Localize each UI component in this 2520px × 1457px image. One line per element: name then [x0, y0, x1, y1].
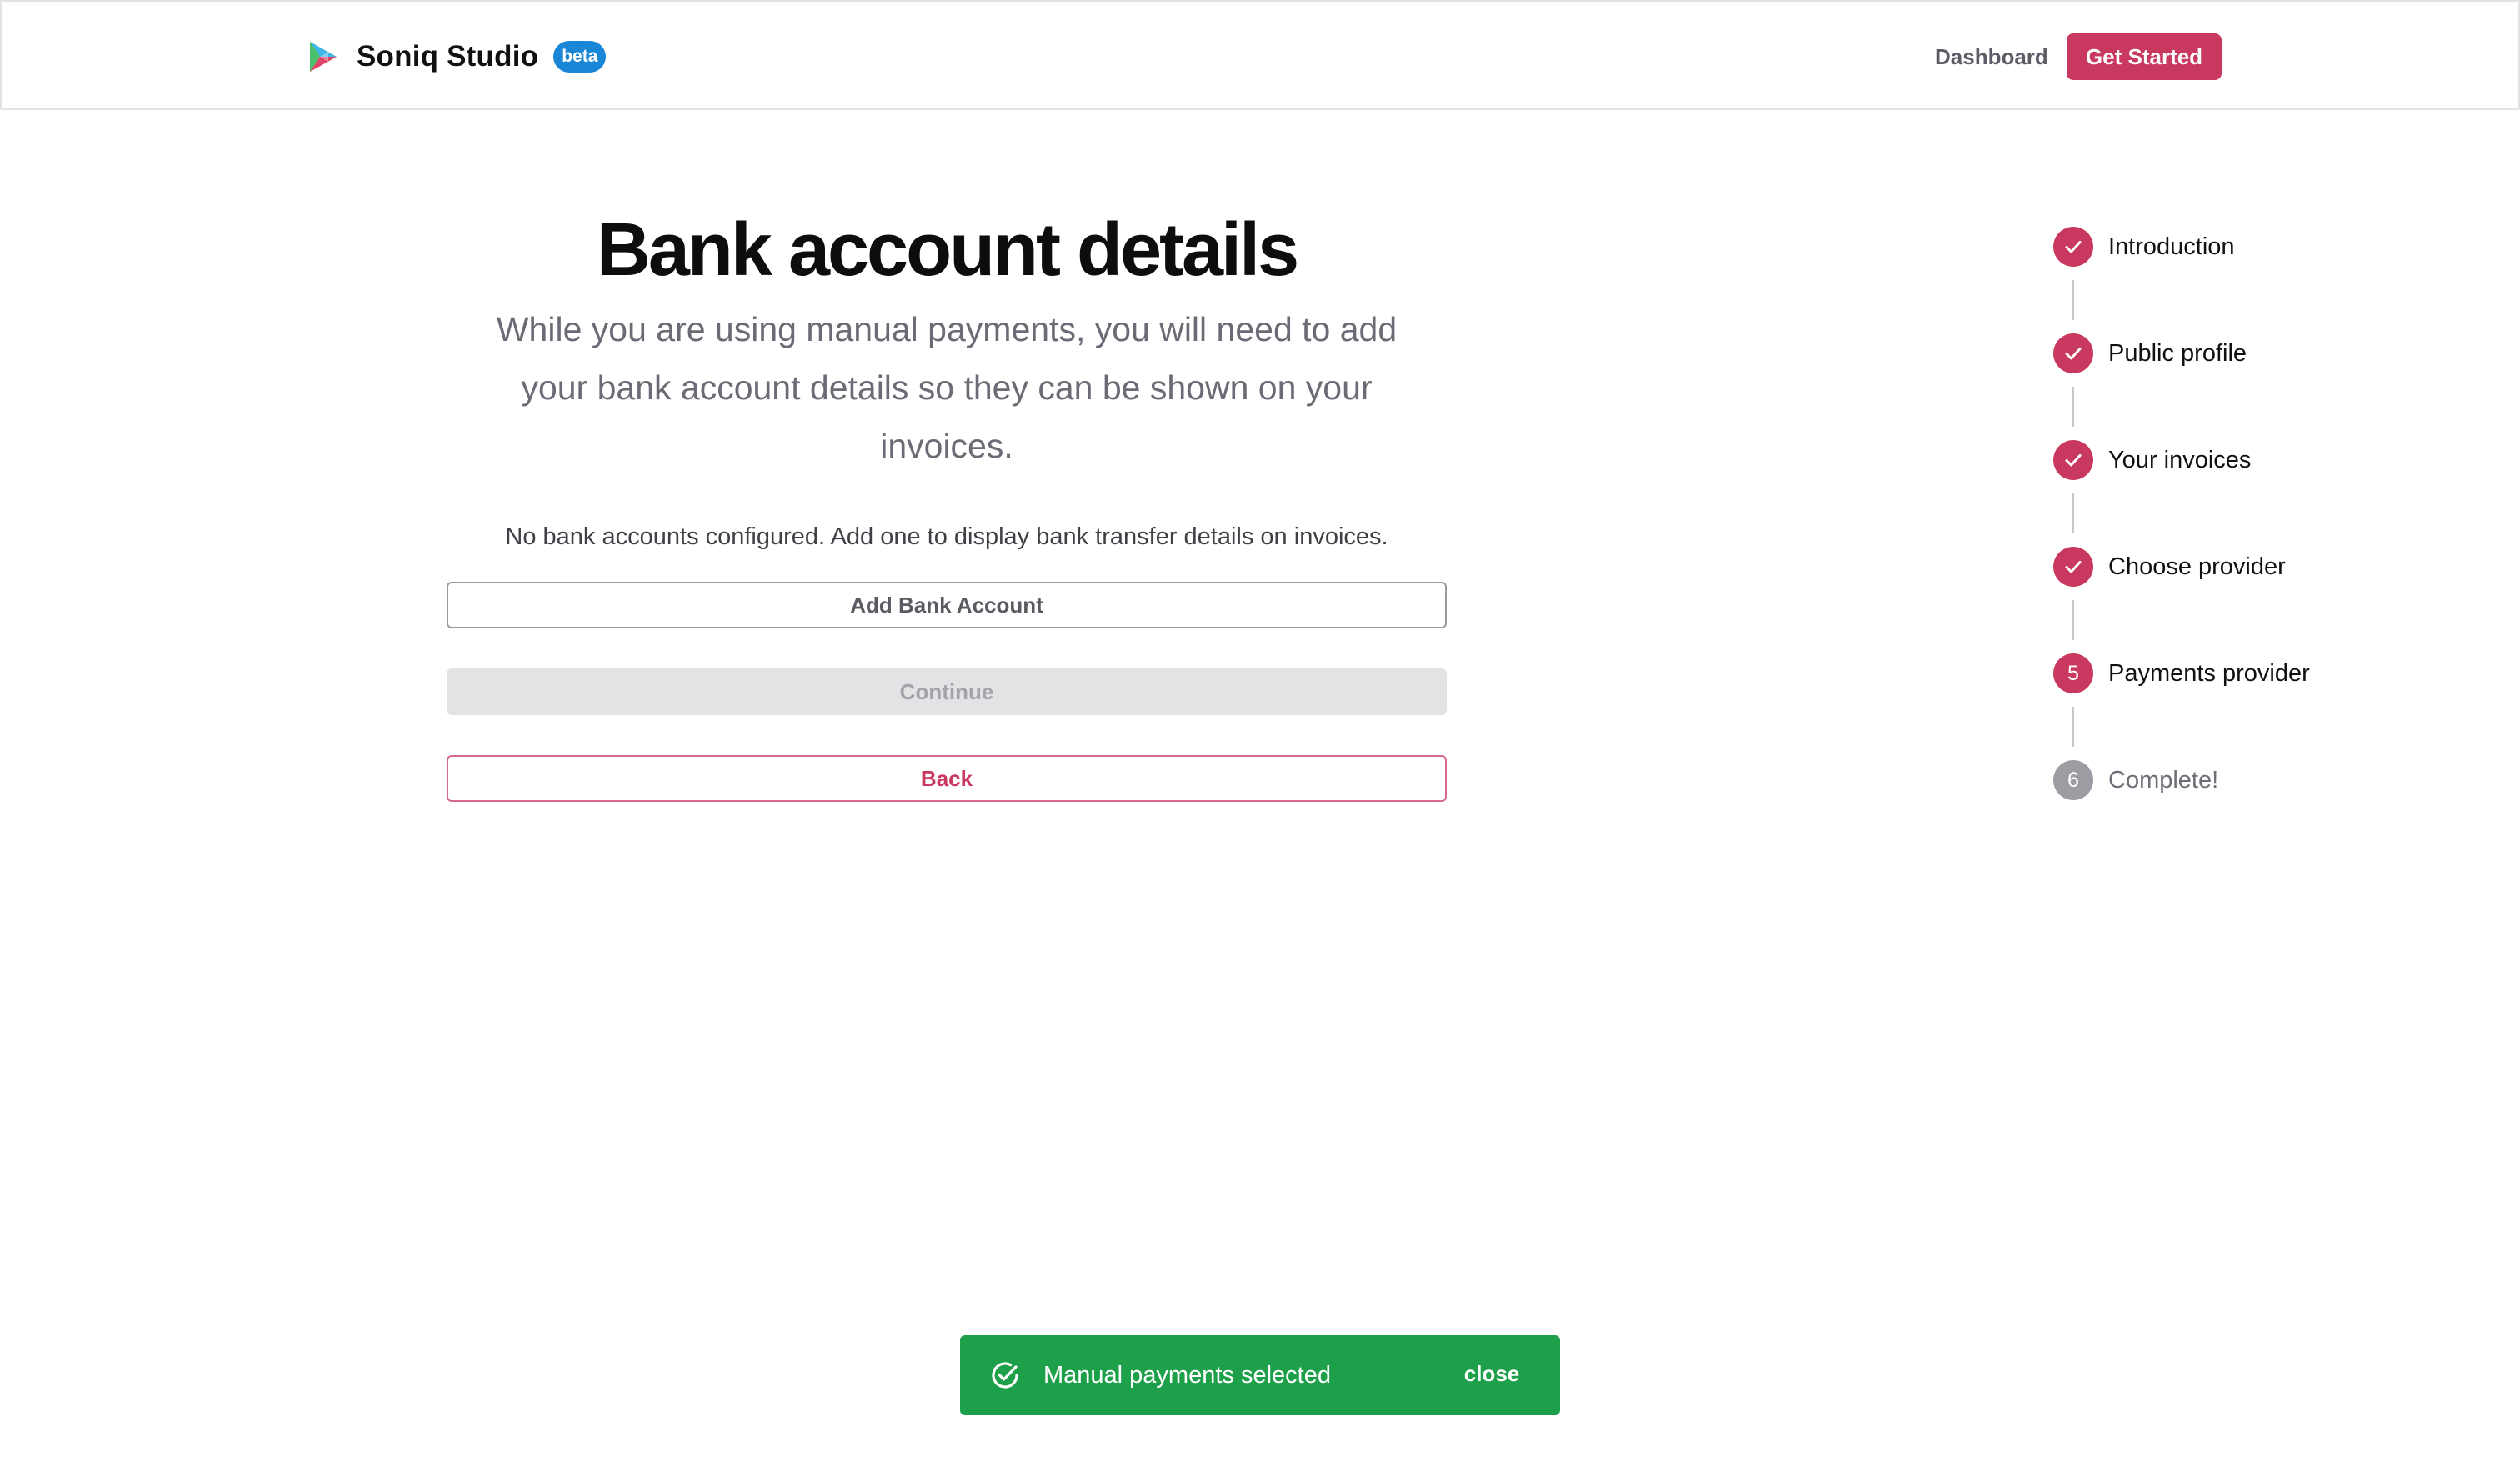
- step-complete-indicator: [2053, 440, 2093, 480]
- step-choose-provider: Choose provider: [2053, 547, 2310, 640]
- bank-details-panel: Bank account details While you are using…: [447, 200, 1447, 802]
- step-label: Complete!: [2108, 766, 2219, 794]
- step-payments-provider: 5 Payments provider: [2053, 653, 2310, 747]
- step-number-current: 5: [2053, 653, 2093, 693]
- step-connector: [2072, 600, 2074, 640]
- step-connector: [2072, 707, 2074, 747]
- step-complete-indicator: [2053, 547, 2093, 587]
- get-started-button[interactable]: Get Started: [2067, 33, 2222, 80]
- toast-message: Manual payments selected: [1043, 1362, 1331, 1389]
- step-label: Your invoices: [2108, 446, 2252, 473]
- step-number-pending: 6: [2053, 760, 2093, 800]
- add-bank-account-button[interactable]: Add Bank Account: [447, 582, 1447, 628]
- brand-name: Soniq Studio: [357, 40, 539, 73]
- page-subtitle: While you are using manual payments, you…: [496, 310, 1398, 465]
- dashboard-link[interactable]: Dashboard: [1935, 40, 2048, 73]
- beta-badge: beta: [553, 41, 607, 73]
- check-icon: [2065, 561, 2082, 573]
- step-label: Public profile: [2108, 339, 2248, 367]
- top-nav-bar: Soniq Studio beta Dashboard Get Started: [0, 0, 2520, 110]
- check-circle-icon: [992, 1362, 1018, 1389]
- step-connector: [2072, 493, 2074, 533]
- step-complete-indicator: [2053, 227, 2093, 267]
- success-toast: Manual payments selected close: [960, 1335, 1560, 1415]
- continue-button[interactable]: Continue: [447, 668, 1447, 715]
- step-introduction: Introduction: [2053, 227, 2310, 320]
- play-logo-icon: [310, 42, 337, 72]
- onboarding-stepper: Introduction Public profile Your invoice…: [2053, 227, 2310, 800]
- check-icon: [2065, 241, 2082, 253]
- check-icon: [2065, 454, 2082, 467]
- toast-close-button[interactable]: close: [1442, 1357, 1542, 1390]
- step-your-invoices: Your invoices: [2053, 440, 2310, 533]
- brand[interactable]: Soniq Studio beta: [302, 35, 607, 78]
- step-public-profile: Public profile: [2053, 333, 2310, 427]
- back-button[interactable]: Back: [447, 755, 1447, 802]
- step-complete-indicator: [2053, 333, 2093, 373]
- step-label: Introduction: [2108, 233, 2235, 260]
- page-title: Bank account details: [596, 208, 1299, 292]
- check-icon: [2065, 348, 2082, 360]
- step-connector: [2072, 387, 2074, 427]
- empty-bank-accounts-message: No bank accounts configured. Add one to …: [505, 523, 1388, 550]
- step-label: Payments provider: [2108, 659, 2310, 687]
- step-connector: [2072, 280, 2074, 320]
- step-complete: 6 Complete!: [2053, 760, 2310, 800]
- step-label: Choose provider: [2108, 553, 2286, 580]
